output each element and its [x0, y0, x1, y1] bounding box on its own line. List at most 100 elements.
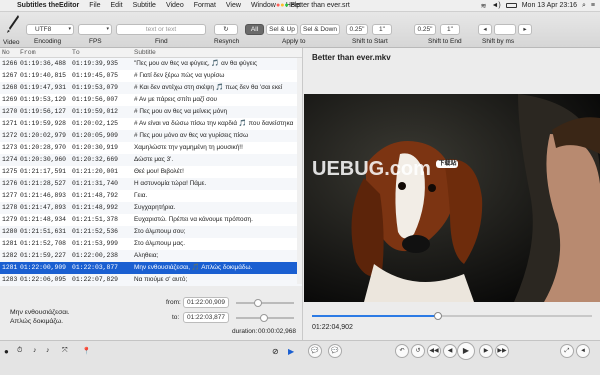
table-row[interactable]: 1268 01:19:47,931 01:19:53,079 # Και δεν αν… [0, 82, 302, 94]
table-row[interactable]: 1266 01:19:36,488 01:19:39,935 "Πες μου αν … [0, 58, 302, 70]
volume-icon[interactable]: ◄) [491, 2, 500, 9]
find-input[interactable]: text or text [116, 24, 206, 35]
from-slider[interactable] [236, 299, 294, 307]
video-progress-knob[interactable] [434, 312, 442, 320]
frame-forward-button[interactable]: ▶ [479, 344, 493, 358]
row-to-time: 01:20:05,909 [72, 132, 119, 139]
watermark: UEBUG.com 下载站 [312, 158, 459, 181]
table-row[interactable]: 1275 01:21:17,591 01:21:20,001 Θεέ μου! Βιβ… [0, 166, 302, 178]
table-row[interactable]: 1271 01:19:59,928 01:20:02,125 # Αν είναι ν… [0, 118, 302, 130]
mark-out-icon[interactable]: ♪ [46, 347, 50, 354]
apply-sel-up-button[interactable]: Sel & Up [266, 24, 298, 35]
table-row[interactable]: 1269 01:19:53,129 01:19:56,007 # Αν με πάρε… [0, 94, 302, 106]
apply-sel-down-button[interactable]: Sel & Down [300, 24, 340, 35]
from-time-field[interactable]: 01:22:00,909 [183, 297, 229, 308]
insert-time-icon[interactable]: ⏱ [17, 347, 22, 355]
add-subtitle-icon[interactable]: ● [4, 347, 9, 356]
shift-ms-input[interactable] [494, 24, 516, 35]
table-row[interactable]: 1270 01:19:56,127 01:19:59,012 # Πες μου αν… [0, 106, 302, 118]
label-shift-start: Shift to Start [352, 38, 388, 45]
table-row[interactable]: 1279 01:21:48,934 01:21:51,378 Ευχαριστώ. Π… [0, 214, 302, 226]
label-video: Video [3, 39, 20, 46]
header-subtitle[interactable]: Subtitle [134, 48, 302, 57]
row-subtitle-text: Να πιούμε σ' αυτό; [134, 276, 188, 283]
row-to-time: 01:21:52,536 [72, 228, 119, 235]
mark-in-icon[interactable]: ♪ [33, 347, 37, 354]
shift-start-value[interactable]: 0.25" [346, 24, 368, 35]
resynch-button[interactable]: ↻ [214, 24, 238, 35]
row-from-time: 01:20:30,960 [20, 156, 67, 163]
video-quill-icon[interactable] [6, 14, 20, 34]
cancel-icon[interactable]: ⊘ [272, 347, 279, 356]
fps-select[interactable]: ▾ [78, 24, 112, 35]
row-subtitle-text: Στο άλμπουμ μας. [134, 240, 186, 247]
table-header: No From To Subtitle [0, 48, 302, 58]
menu-edit[interactable]: Edit [106, 2, 128, 9]
table-row[interactable]: 1273 01:20:28,970 01:20:30,919 Χαμηλώστε τη… [0, 142, 302, 154]
table-row[interactable]: 1274 01:20:30,960 01:20:32,669 Δώστε μας 3'… [0, 154, 302, 166]
pin-icon[interactable]: 📍 [82, 347, 91, 355]
shift-end-value[interactable]: 0.25" [414, 24, 436, 35]
header-no[interactable]: No [0, 48, 20, 57]
subtitle-toggle-button[interactable]: 💬 [308, 344, 322, 358]
row-number: 1273 [2, 144, 18, 151]
header-from[interactable]: From [20, 48, 72, 57]
video-frame[interactable]: UEBUG.com 下载站 [304, 94, 600, 302]
menu-format[interactable]: Format [189, 2, 221, 9]
table-row[interactable]: 1272 01:20:02,979 01:20:05,909 # Πες μου μό… [0, 130, 302, 142]
header-to[interactable]: To [72, 48, 134, 57]
rewind-button[interactable]: ↶ [395, 344, 409, 358]
subtitle-text-area[interactable]: Μην ενθουσιάζεσαι. Απλώς δοκιμάζω. [10, 308, 140, 326]
shift-ms-stepper-right[interactable]: ▸ [518, 24, 532, 35]
shift-ms-stepper-left[interactable]: ◂ [478, 24, 492, 35]
volume-button[interactable]: ◄ [576, 344, 590, 358]
split-icon[interactable]: ⤧ [62, 347, 68, 355]
table-row[interactable]: 1277 01:21:46,893 01:21:48,792 Γεια. [0, 190, 302, 202]
menu-app-name[interactable]: Subtitles theEditor [12, 2, 84, 9]
scrollbar[interactable] [297, 58, 302, 284]
video-progress-bar[interactable] [312, 312, 592, 320]
table-row[interactable]: 1278 01:21:47,893 01:21:48,992 Συγχαρητήρια… [0, 202, 302, 214]
fullscreen-button[interactable]: ⤢ [560, 344, 574, 358]
label-shift-end: Shift to End [428, 38, 462, 45]
row-subtitle-text: # Αν με πάρεις σπίτι μαζί σου [134, 96, 218, 103]
battery-icon[interactable] [505, 3, 517, 8]
play-button[interactable]: ▶ [457, 342, 475, 360]
next-button[interactable]: ▶▶ [495, 344, 509, 358]
to-time-field[interactable]: 01:22:03,877 [183, 312, 229, 323]
table-row[interactable]: 1281 01:21:52,708 01:21:53,999 Στο άλμπουμ … [0, 238, 302, 250]
table-row[interactable]: 1281 01:22:00,909 01:22:03,877 Μην ενθουσιά… [0, 262, 302, 274]
table-row[interactable]: 1282 01:21:59,227 01:22:00,238 Αληθεια; [0, 250, 302, 262]
row-subtitle-text: # Πες μου αν θες να μείνεις μόνη [134, 108, 228, 115]
row-from-time: 01:20:28,970 [20, 144, 67, 151]
row-to-time: 01:22:00,238 [72, 252, 119, 259]
row-to-time: 01:21:48,792 [72, 192, 119, 199]
row-subtitle-text: Αληθεια; [134, 252, 159, 259]
wifi-icon[interactable]: ≋ [481, 2, 487, 10]
frame-back-button[interactable]: ◀ [443, 344, 457, 358]
table-row[interactable]: 1276 01:21:28,527 01:21:31,740 Η αστυνομία … [0, 178, 302, 190]
shift-start-unit[interactable]: 1" [372, 24, 392, 35]
encoding-select[interactable]: UTF8 ▾ [26, 24, 74, 35]
table-row[interactable]: 1283 01:22:06,095 01:22:07,829 Να πιούμε σ'… [0, 274, 302, 286]
table-row[interactable]: 1267 01:19:40,815 01:19:45,075 # Γιατί δεν … [0, 70, 302, 82]
play-subtitle-icon[interactable]: ▶ [288, 347, 294, 356]
menu-view[interactable]: View [221, 2, 246, 9]
to-slider[interactable] [236, 314, 294, 322]
apply-to-segmented: All Sel & Up Sel & Down [245, 24, 340, 35]
menu-file[interactable]: File [84, 2, 105, 9]
menu-subtitle[interactable]: Subtitle [128, 2, 161, 9]
prev-button[interactable]: ◀◀ [427, 344, 441, 358]
list-icon[interactable]: ≡ [591, 2, 595, 9]
row-to-time: 01:20:02,125 [72, 120, 119, 127]
comment-button[interactable]: 💬 [328, 344, 342, 358]
label-resynch: Resynch [214, 38, 240, 45]
step-back-button[interactable]: ↺ [411, 344, 425, 358]
search-icon[interactable]: ⌕ [582, 2, 586, 10]
clock[interactable]: Mon 13 Apr 23:16 [522, 2, 577, 9]
menu-video[interactable]: Video [161, 2, 189, 9]
row-number: 1271 [2, 120, 18, 127]
shift-end-unit[interactable]: 1" [440, 24, 460, 35]
table-row[interactable]: 1280 01:21:51,631 01:21:52,536 Στο άλμπουμ … [0, 226, 302, 238]
apply-all-button[interactable]: All [245, 24, 264, 35]
